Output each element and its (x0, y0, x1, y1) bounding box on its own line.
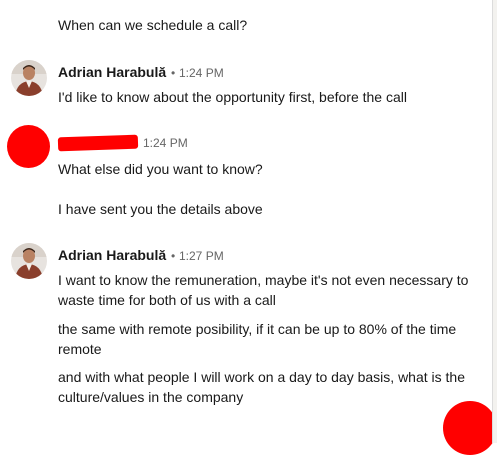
avatar[interactable] (11, 60, 47, 96)
profile-photo-icon (11, 60, 47, 96)
profile-photo-icon (11, 243, 47, 279)
separator-dot: • (171, 66, 176, 80)
sender-name[interactable]: Adrian Harabulă (58, 63, 166, 81)
redacted-avatar-icon (7, 125, 50, 168)
avatar[interactable] (11, 243, 47, 279)
message-text: I want to know the remuneration, maybe i… (58, 272, 469, 308)
message-text: the same with remote posibility, if it c… (58, 321, 457, 357)
message-timestamp: 1:27 PM (179, 249, 224, 263)
message-text: What else did you want to know? (58, 161, 263, 177)
message-text: I'd like to know about the opportunity f… (58, 89, 407, 105)
redaction-mark-icon (443, 401, 497, 455)
separator-dot: • (171, 249, 176, 263)
scrollbar-track[interactable] (492, 0, 497, 443)
message-thread: When can we schedule a call? Adrian Hara… (0, 0, 497, 455)
message-timestamp: 1:24 PM (143, 136, 188, 150)
message-timestamp: 1:24 PM (179, 66, 224, 80)
message-text: I have sent you the details above (58, 201, 263, 217)
message-text: When can we schedule a call? (58, 17, 248, 33)
sender-name[interactable]: Adrian Harabulă (58, 246, 166, 264)
redacted-sender-name (57, 134, 139, 152)
message-text: and with what people I will work on a da… (58, 369, 465, 405)
